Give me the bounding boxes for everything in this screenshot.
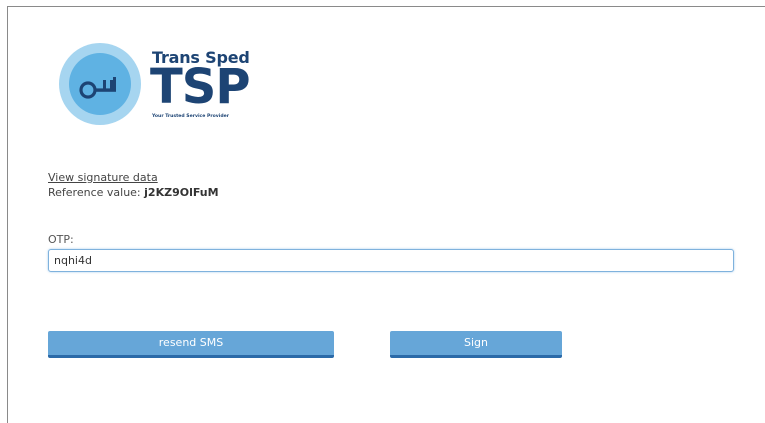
- logo-wordmark: Trans Sped TSP Your Trusted Service Prov…: [150, 48, 272, 128]
- page: Trans Sped TSP Your Trusted Service Prov…: [0, 0, 765, 423]
- otp-label: OTP:: [48, 233, 74, 246]
- trans-sped-logo: Trans Sped TSP Your Trusted Service Prov…: [59, 43, 269, 127]
- logo-tagline: Your Trusted Service Provider: [152, 114, 230, 119]
- reference-value: j2KZ9OlFuM: [144, 186, 219, 199]
- logo-acronym: TSP: [150, 59, 250, 115]
- reference-label: Reference value:: [48, 186, 141, 199]
- resend-sms-button[interactable]: resend SMS: [48, 331, 334, 358]
- view-signature-data-link[interactable]: View signature data: [48, 171, 158, 184]
- reference-value-line: Reference value: j2KZ9OlFuM: [48, 186, 219, 199]
- otp-input[interactable]: [48, 249, 734, 272]
- sign-button[interactable]: Sign: [390, 331, 562, 358]
- key-cloud-icon: [59, 43, 141, 125]
